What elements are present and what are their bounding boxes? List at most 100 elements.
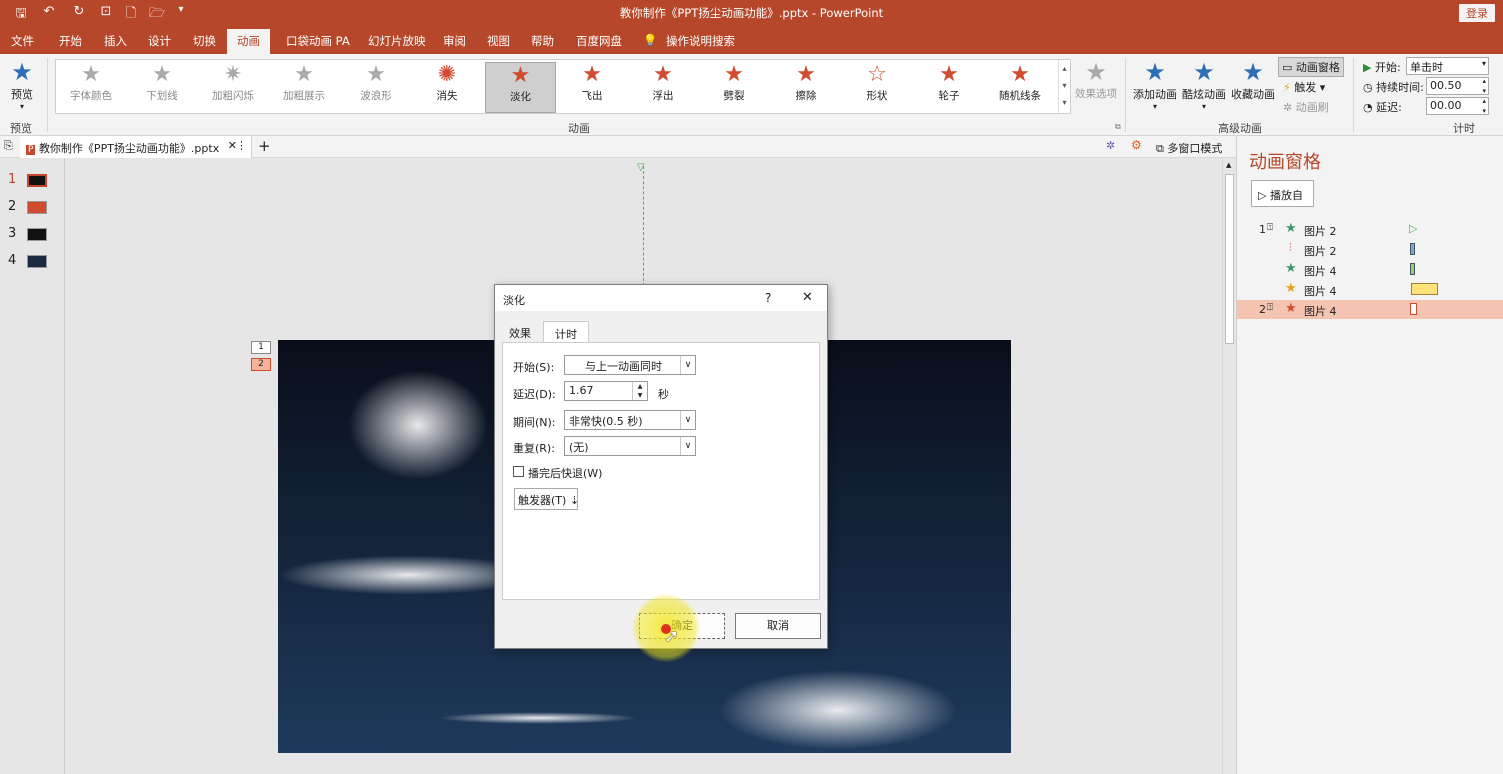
dust-cloud-image[interactable] [348, 370, 488, 480]
dialog-close-button[interactable]: ✕ [802, 290, 813, 305]
new-tab-icon[interactable]: + [258, 137, 271, 155]
spinner-icon[interactable]: ▴ ▾ [1482, 96, 1486, 116]
tab-timing[interactable]: 计时 [543, 321, 589, 343]
tab-view[interactable]: 视图 [487, 33, 510, 49]
delay-input[interactable]: 1.67 ▲ ▼ [564, 381, 648, 401]
delay-input[interactable]: 00.00 ▴ ▾ [1426, 97, 1489, 115]
tab-animations[interactable]: 动画 [227, 29, 270, 54]
login-button[interactable]: 登录 [1459, 4, 1495, 22]
effect-options-label: 效果选项 [1075, 88, 1117, 100]
anim-fly-out[interactable]: ★ 飞出 [558, 62, 626, 113]
anim-random-bars[interactable]: ★ 随机线条 [986, 62, 1054, 113]
anim-wipe[interactable]: ★ 擦除 [772, 62, 840, 113]
tab-list-icon[interactable]: ⎘ [4, 139, 13, 153]
delay-label-text: 延迟: [1376, 101, 1402, 114]
anim-disappear[interactable]: ✺ 消失 [413, 62, 481, 113]
animation-pane-button[interactable]: ▭ 动画窗格 [1278, 57, 1344, 77]
period-combobox[interactable]: 非常快(0.5 秒) ∨ [564, 410, 696, 430]
add-animation-button[interactable]: ★ 添加动画 ▾ [1132, 58, 1178, 111]
anim-marker-2[interactable]: 2 [251, 358, 271, 371]
duration-label-text: 持续时间: [1376, 81, 1424, 94]
anim-order: 2 [1259, 303, 1266, 316]
chevron-down-icon[interactable]: ∨ [680, 356, 695, 374]
anim-list-item-selected[interactable]: 2 ⍐ ★ 图片 4 [1237, 300, 1503, 319]
dialog-launcher-icon[interactable]: ⧉ [1115, 122, 1121, 132]
tell-me-search[interactable]: 操作说明搜索 [666, 33, 735, 49]
duration-input[interactable]: 00.50 ▴ ▾ [1426, 77, 1489, 95]
thumb-number: 1 [8, 172, 17, 187]
pin-icon[interactable]: ✲ [1106, 139, 1115, 152]
cool-animation-button[interactable]: ★ 酷炫动画 ▾ [1181, 58, 1227, 111]
scroll-thumb[interactable] [1225, 174, 1234, 344]
tab-slideshow[interactable]: 幻灯片放映 [368, 33, 426, 49]
anim-wave[interactable]: ★ 波浪形 [342, 62, 410, 113]
anim-bold-reveal[interactable]: ★ 加粗展示 [270, 62, 338, 113]
document-tab[interactable]: P 教你制作《PPT扬尘动画功能》.pptx ✕ ⋮ [20, 136, 252, 158]
anim-list-item[interactable]: ★ 图片 4 [1237, 280, 1503, 299]
anim-split[interactable]: ★ 劈裂 [700, 62, 768, 113]
anim-list-item[interactable]: 1 ⍐ ★ 图片 2 ▷ [1237, 220, 1503, 239]
anim-list-item[interactable]: ★ 图片 4 [1237, 260, 1503, 279]
tab-baidu-netdisk[interactable]: 百度网盘 [576, 33, 622, 49]
anim-target-name: 图片 4 [1304, 305, 1337, 318]
anim-list-item[interactable]: ⫶ 图片 2 [1237, 240, 1503, 259]
slide-thumbnail-3[interactable] [27, 228, 47, 241]
tab-file[interactable]: 文件 [11, 33, 34, 49]
chevron-down-icon: ▾ [1152, 102, 1157, 111]
slide-thumbnail-2[interactable] [27, 201, 47, 214]
dust-ground-image[interactable] [718, 670, 958, 750]
dust-line-image[interactable] [438, 712, 638, 724]
tab-effect[interactable]: 效果 [509, 325, 531, 341]
slide-thumbnail-4[interactable] [27, 255, 47, 268]
vertical-scrollbar[interactable]: ▲ [1222, 158, 1236, 774]
spinner-icon[interactable]: ▲ ▼ [632, 382, 647, 400]
preview-button[interactable]: ★ 预览 ▾ [6, 58, 38, 111]
rewind-checkbox[interactable] [513, 466, 524, 477]
anim-bold-flash[interactable]: ✷ 加粗闪烁 [199, 62, 267, 113]
tab-pocket-animation[interactable]: 口袋动画 PA [286, 33, 350, 49]
trigger-button[interactable]: 触发器(T) ⇣ [514, 488, 579, 510]
star-icon: ★ [152, 62, 172, 87]
timeline-bar [1411, 283, 1438, 295]
gallery-scroll[interactable]: ▴ ▾ ▾ [1058, 60, 1070, 113]
play-from-button[interactable]: ▷ 播放自 [1251, 180, 1314, 207]
trigger-label: 触发 [1294, 81, 1317, 94]
dialog-title-bar: 淡化 ? ✕ [495, 285, 827, 311]
multiwindow-button[interactable]: ⧉ 多窗口模式 [1156, 140, 1222, 156]
anim-marker-1[interactable]: 1 [251, 341, 271, 354]
tab-transitions[interactable]: 切换 [193, 33, 216, 49]
timeline-bar [1410, 243, 1415, 255]
start-combobox[interactable]: 与上一动画同时 ∨ [564, 355, 696, 375]
group-label-timing: 计时 [1453, 122, 1475, 135]
more-icon[interactable]: ⋮ [236, 139, 247, 152]
tab-design[interactable]: 设计 [148, 33, 171, 49]
slide-thumbnail-1[interactable] [27, 174, 47, 187]
tab-review[interactable]: 审阅 [443, 33, 466, 49]
trigger-button[interactable]: ⚡ 触发 ▾ [1283, 79, 1325, 95]
scroll-up-icon[interactable]: ▲ [1226, 161, 1231, 169]
chevron-down-icon[interactable]: ∨ [680, 411, 695, 429]
help-button[interactable]: ? [765, 291, 771, 305]
period-combobox-value: 非常快(0.5 秒) [569, 415, 643, 428]
anim-float-out[interactable]: ★ 浮出 [629, 62, 697, 113]
add-animation-label: 添加动画 [1133, 88, 1177, 101]
start-select[interactable]: 单击时 ▾ [1406, 57, 1489, 75]
anim-underline[interactable]: ★ 下划线 [128, 62, 196, 113]
collect-animation-button[interactable]: ★ 收藏动画 [1230, 58, 1276, 102]
cancel-button[interactable]: 取消 [735, 613, 821, 639]
anim-fade[interactable]: ★ 淡化 [485, 62, 556, 113]
spinner-icon[interactable]: ▴ ▾ [1482, 76, 1486, 96]
tab-help[interactable]: 帮助 [531, 33, 554, 49]
anim-wheel[interactable]: ★ 轮子 [915, 62, 983, 113]
star-icon: ★ [724, 62, 744, 87]
motion-path-start-icon: ▽ [637, 162, 645, 173]
tab-insert[interactable]: 插入 [104, 33, 127, 49]
tab-home[interactable]: 开始 [59, 33, 82, 49]
anim-font-color[interactable]: ★ 字体颜色 [57, 62, 125, 113]
effect-options-button[interactable]: ★ 效果选项 [1073, 58, 1119, 101]
chevron-down-icon[interactable]: ∨ [680, 437, 695, 455]
animation-painter-button[interactable]: ✲ 动画刷 [1283, 99, 1329, 115]
repeat-combobox[interactable]: (无) ∨ [564, 436, 696, 456]
anim-shape[interactable]: ☆ 形状 [843, 62, 911, 113]
settings-icon[interactable]: ⚙ [1131, 138, 1142, 152]
